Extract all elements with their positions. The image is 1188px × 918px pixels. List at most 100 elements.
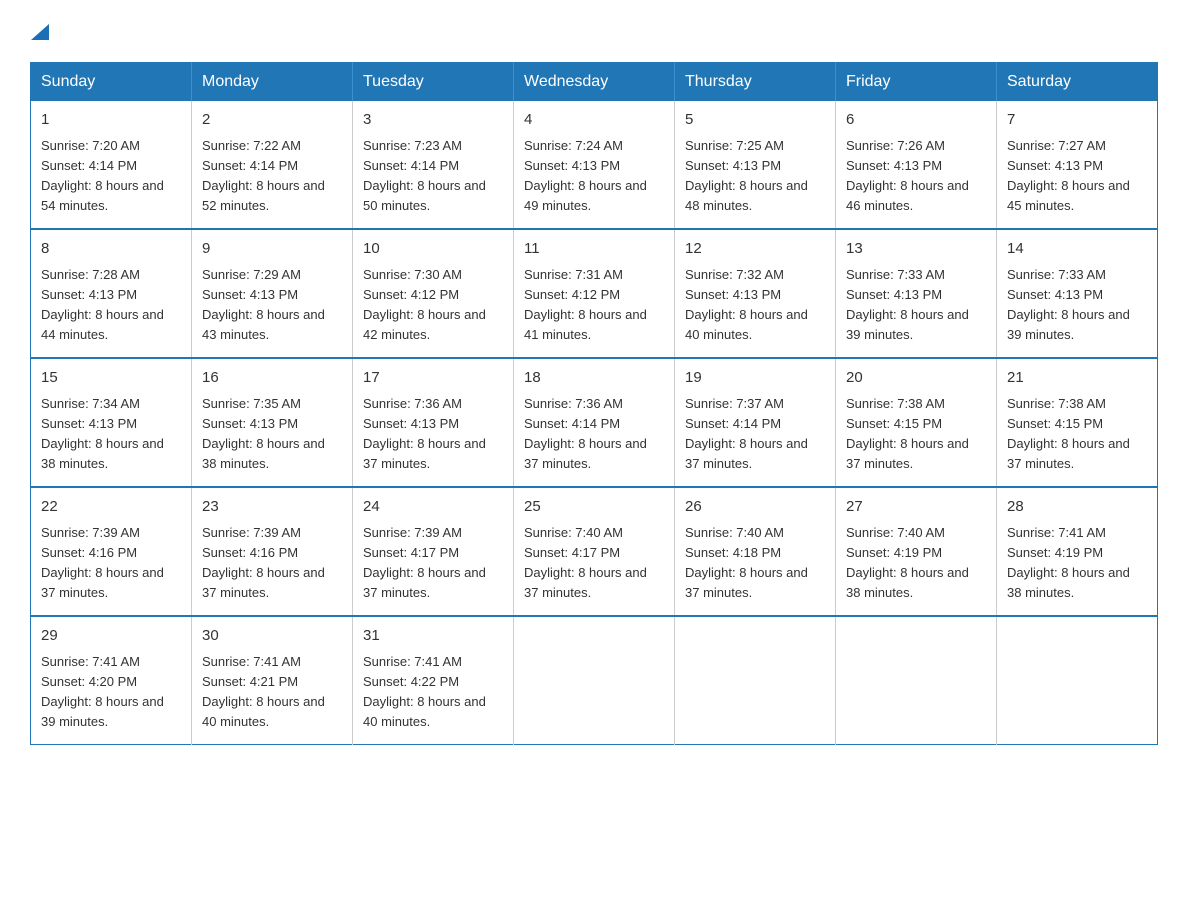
header-thursday: Thursday [675, 63, 836, 102]
day-cell-11: 11Sunrise: 7:31 AMSunset: 4:12 PMDayligh… [514, 229, 675, 358]
day-info: Sunrise: 7:40 AMSunset: 4:19 PMDaylight:… [846, 523, 986, 604]
day-cell-3: 3Sunrise: 7:23 AMSunset: 4:14 PMDaylight… [353, 101, 514, 229]
day-cell-18: 18 Sunrise: 7:36 AMSunset: 4:14 PMDayligh… [514, 358, 675, 487]
day-info: Sunrise: 7:28 AMSunset: 4:13 PMDaylight:… [41, 265, 181, 346]
day-cell-13: 13 Sunrise: 7:33 AMSunset: 4:13 PMDayligh… [836, 229, 997, 358]
day-number: 21 [1007, 367, 1147, 390]
day-info: Sunrise: 7:39 AMSunset: 4:16 PMDaylight:… [41, 523, 181, 604]
day-cell-5: 5Sunrise: 7:25 AMSunset: 4:13 PMDaylight… [675, 101, 836, 229]
day-info: Sunrise: 7:24 AMSunset: 4:13 PMDaylight:… [524, 136, 664, 217]
day-info: Sunrise: 7:40 AMSunset: 4:17 PMDaylight:… [524, 523, 664, 604]
day-cell-12: 12Sunrise: 7:32 AMSunset: 4:13 PMDayligh… [675, 229, 836, 358]
day-cell-8: 8 Sunrise: 7:28 AMSunset: 4:13 PMDaylight… [31, 229, 192, 358]
day-cell-25: 25 Sunrise: 7:40 AMSunset: 4:17 PMDayligh… [514, 487, 675, 616]
day-cell-14: 14 Sunrise: 7:33 AMSunset: 4:13 PMDayligh… [997, 229, 1158, 358]
day-cell-2: 2Sunrise: 7:22 AMSunset: 4:14 PMDaylight… [192, 101, 353, 229]
day-cell-23: 23Sunrise: 7:39 AMSunset: 4:16 PMDayligh… [192, 487, 353, 616]
day-number: 6 [846, 109, 986, 132]
week-row-1: 1 Sunrise: 7:20 AMSunset: 4:14 PMDaylight… [31, 101, 1158, 229]
day-number: 15 [41, 367, 181, 390]
day-cell-16: 16 Sunrise: 7:35 AMSunset: 4:13 PMDayligh… [192, 358, 353, 487]
day-cell-4: 4 Sunrise: 7:24 AMSunset: 4:13 PMDaylight… [514, 101, 675, 229]
empty-cell-4-5 [836, 616, 997, 745]
day-cell-26: 26 Sunrise: 7:40 AMSunset: 4:18 PMDayligh… [675, 487, 836, 616]
day-number: 8 [41, 238, 181, 261]
day-info: Sunrise: 7:29 AMSunset: 4:13 PMDaylight:… [202, 265, 342, 346]
page-header [30, 20, 1158, 42]
week-row-4: 22 Sunrise: 7:39 AMSunset: 4:16 PMDayligh… [31, 487, 1158, 616]
day-info: Sunrise: 7:23 AMSunset: 4:14 PMDaylight:… [363, 136, 503, 217]
day-info: Sunrise: 7:40 AMSunset: 4:18 PMDaylight:… [685, 523, 825, 604]
day-number: 1 [41, 109, 181, 132]
day-info: Sunrise: 7:38 AMSunset: 4:15 PMDaylight:… [846, 394, 986, 475]
empty-cell-4-6 [997, 616, 1158, 745]
day-number: 11 [524, 238, 664, 261]
day-number: 7 [1007, 109, 1147, 132]
day-info: Sunrise: 7:35 AMSunset: 4:13 PMDaylight:… [202, 394, 342, 475]
day-number: 17 [363, 367, 503, 390]
header-friday: Friday [836, 63, 997, 102]
day-number: 19 [685, 367, 825, 390]
day-info: Sunrise: 7:41 AMSunset: 4:19 PMDaylight:… [1007, 523, 1147, 604]
empty-cell-4-4 [675, 616, 836, 745]
day-info: Sunrise: 7:41 AMSunset: 4:21 PMDaylight:… [202, 652, 342, 733]
day-number: 26 [685, 496, 825, 519]
day-cell-9: 9Sunrise: 7:29 AMSunset: 4:13 PMDaylight… [192, 229, 353, 358]
day-cell-30: 30Sunrise: 7:41 AMSunset: 4:21 PMDayligh… [192, 616, 353, 745]
day-number: 18 [524, 367, 664, 390]
logo [30, 20, 49, 42]
day-cell-17: 17 Sunrise: 7:36 AMSunset: 4:13 PMDayligh… [353, 358, 514, 487]
day-number: 20 [846, 367, 986, 390]
day-number: 24 [363, 496, 503, 519]
logo-triangle-icon [31, 20, 49, 40]
day-info: Sunrise: 7:41 AMSunset: 4:22 PMDaylight:… [363, 652, 503, 733]
day-info: Sunrise: 7:34 AMSunset: 4:13 PMDaylight:… [41, 394, 181, 475]
day-info: Sunrise: 7:25 AMSunset: 4:13 PMDaylight:… [685, 136, 825, 217]
calendar-header-row: SundayMondayTuesdayWednesdayThursdayFrid… [31, 63, 1158, 102]
day-cell-7: 7 Sunrise: 7:27 AMSunset: 4:13 PMDaylight… [997, 101, 1158, 229]
day-info: Sunrise: 7:36 AMSunset: 4:13 PMDaylight:… [363, 394, 503, 475]
day-info: Sunrise: 7:27 AMSunset: 4:13 PMDaylight:… [1007, 136, 1147, 217]
day-cell-21: 21 Sunrise: 7:38 AMSunset: 4:15 PMDayligh… [997, 358, 1158, 487]
day-info: Sunrise: 7:41 AMSunset: 4:20 PMDaylight:… [41, 652, 181, 733]
day-info: Sunrise: 7:39 AMSunset: 4:17 PMDaylight:… [363, 523, 503, 604]
header-monday: Monday [192, 63, 353, 102]
day-number: 27 [846, 496, 986, 519]
day-number: 25 [524, 496, 664, 519]
day-info: Sunrise: 7:26 AMSunset: 4:13 PMDaylight:… [846, 136, 986, 217]
day-number: 4 [524, 109, 664, 132]
day-cell-1: 1 Sunrise: 7:20 AMSunset: 4:14 PMDaylight… [31, 101, 192, 229]
day-info: Sunrise: 7:39 AMSunset: 4:16 PMDaylight:… [202, 523, 342, 604]
day-number: 31 [363, 625, 503, 648]
day-cell-6: 6 Sunrise: 7:26 AMSunset: 4:13 PMDaylight… [836, 101, 997, 229]
day-cell-24: 24 Sunrise: 7:39 AMSunset: 4:17 PMDayligh… [353, 487, 514, 616]
day-info: Sunrise: 7:38 AMSunset: 4:15 PMDaylight:… [1007, 394, 1147, 475]
day-info: Sunrise: 7:20 AMSunset: 4:14 PMDaylight:… [41, 136, 181, 217]
day-number: 14 [1007, 238, 1147, 261]
day-info: Sunrise: 7:36 AMSunset: 4:14 PMDaylight:… [524, 394, 664, 475]
day-cell-10: 10Sunrise: 7:30 AMSunset: 4:12 PMDayligh… [353, 229, 514, 358]
day-cell-15: 15 Sunrise: 7:34 AMSunset: 4:13 PMDayligh… [31, 358, 192, 487]
header-saturday: Saturday [997, 63, 1158, 102]
day-number: 22 [41, 496, 181, 519]
day-cell-27: 27 Sunrise: 7:40 AMSunset: 4:19 PMDayligh… [836, 487, 997, 616]
day-cell-19: 19 Sunrise: 7:37 AMSunset: 4:14 PMDayligh… [675, 358, 836, 487]
header-tuesday: Tuesday [353, 63, 514, 102]
day-cell-28: 28Sunrise: 7:41 AMSunset: 4:19 PMDayligh… [997, 487, 1158, 616]
day-number: 29 [41, 625, 181, 648]
header-wednesday: Wednesday [514, 63, 675, 102]
empty-cell-4-3 [514, 616, 675, 745]
week-row-5: 29 Sunrise: 7:41 AMSunset: 4:20 PMDayligh… [31, 616, 1158, 745]
day-info: Sunrise: 7:22 AMSunset: 4:14 PMDaylight:… [202, 136, 342, 217]
day-cell-22: 22 Sunrise: 7:39 AMSunset: 4:16 PMDayligh… [31, 487, 192, 616]
day-cell-31: 31 Sunrise: 7:41 AMSunset: 4:22 PMDayligh… [353, 616, 514, 745]
calendar-table: SundayMondayTuesdayWednesdayThursdayFrid… [30, 62, 1158, 745]
day-number: 10 [363, 238, 503, 261]
day-number: 12 [685, 238, 825, 261]
day-number: 16 [202, 367, 342, 390]
day-number: 13 [846, 238, 986, 261]
day-info: Sunrise: 7:37 AMSunset: 4:14 PMDaylight:… [685, 394, 825, 475]
day-info: Sunrise: 7:33 AMSunset: 4:13 PMDaylight:… [1007, 265, 1147, 346]
week-row-3: 15 Sunrise: 7:34 AMSunset: 4:13 PMDayligh… [31, 358, 1158, 487]
day-info: Sunrise: 7:33 AMSunset: 4:13 PMDaylight:… [846, 265, 986, 346]
